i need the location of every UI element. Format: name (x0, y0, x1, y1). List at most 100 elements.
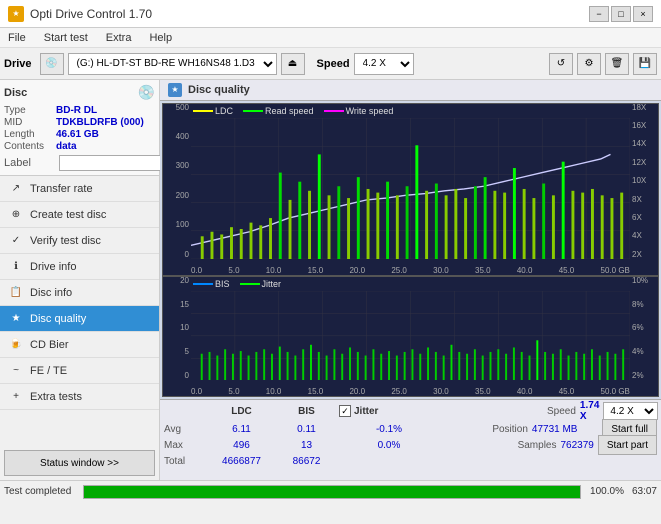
write-speed-legend-label: Write speed (346, 106, 394, 116)
nav-fe-te[interactable]: ~ FE / TE (0, 358, 159, 384)
disc-type-row: Type BD-R DL (4, 105, 155, 116)
top-chart-y-axis-right: 18X 16X 14X 12X 10X 8X 6X 4X 2X (630, 104, 658, 259)
write-speed-legend-color (324, 110, 344, 112)
save-button[interactable]: 💾 (633, 53, 657, 75)
total-bis: 86672 (274, 456, 339, 467)
nav-fe-te-label: FE / TE (30, 365, 67, 377)
disc-info-icon: 📋 (8, 285, 24, 301)
jitter-legend: Jitter (240, 279, 282, 289)
disc-label-label: Label (4, 157, 56, 169)
nav-drive-info[interactable]: ℹ Drive info (0, 254, 159, 280)
menu-help[interactable]: Help (145, 31, 176, 45)
disc-header: Disc 💿 (4, 84, 155, 101)
nav-disc-quality[interactable]: ★ Disc quality (0, 306, 159, 332)
sidebar: Disc 💿 Type BD-R DL MID TDKBLDRFB (000) … (0, 80, 160, 480)
verify-test-icon: ✓ (8, 233, 24, 249)
total-label: Total (164, 456, 209, 467)
max-label: Max (164, 440, 209, 451)
app-title: Opti Drive Control 1.70 (30, 7, 152, 21)
disc-type-label: Type (4, 105, 56, 116)
nav-drive-info-label: Drive info (30, 261, 76, 273)
nav-create-test-disc[interactable]: ⊕ Create test disc (0, 202, 159, 228)
write-speed-legend: Write speed (324, 106, 394, 116)
bottom-chart-svg (191, 291, 630, 381)
progress-bar (83, 485, 581, 499)
sidebar-nav: ↗ Transfer rate ⊕ Create test disc ✓ Ver… (0, 176, 159, 446)
create-test-icon: ⊕ (8, 207, 24, 223)
progress-bar-fill (84, 486, 580, 498)
disc-quality-header: ★ Disc quality (160, 80, 661, 101)
main-area: Disc 💿 Type BD-R DL MID TDKBLDRFB (000) … (0, 80, 661, 480)
drive-select[interactable]: (G:) HL-DT-ST BD-RE WH16NS48 1.D3 (68, 53, 277, 75)
speed-value: 1.74 X (580, 400, 599, 422)
refresh-button[interactable]: ↺ (549, 53, 573, 75)
position-value: 47731 MB (532, 424, 578, 435)
nav-disc-quality-label: Disc quality (30, 313, 86, 325)
menu-extra[interactable]: Extra (102, 31, 136, 45)
avg-bis: 0.11 (274, 424, 339, 435)
nav-transfer-rate[interactable]: ↗ Transfer rate (0, 176, 159, 202)
position-label: Position (492, 424, 528, 435)
drive-icon-button[interactable]: 💿 (40, 53, 64, 75)
disc-label-row: Label ✎ (4, 155, 155, 171)
nav-verify-test-disc[interactable]: ✓ Verify test disc (0, 228, 159, 254)
menu-file[interactable]: File (4, 31, 30, 45)
ldc-legend-label: LDC (215, 106, 233, 116)
jitter-checkbox[interactable]: ✓ (339, 405, 351, 417)
jitter-legend-color (240, 283, 260, 285)
avg-ldc: 6.11 (209, 424, 274, 435)
status-window-label: Status window >> (40, 458, 119, 469)
disc-contents-label: Contents (4, 141, 56, 152)
titlebar: ★ Opti Drive Control 1.70 − □ × (0, 0, 661, 28)
nav-cd-bier[interactable]: 🍺 CD Bier (0, 332, 159, 358)
nav-disc-info[interactable]: 📋 Disc info (0, 280, 159, 306)
speed-label: Speed (317, 58, 350, 70)
disc-quality-title: Disc quality (188, 84, 250, 96)
disc-quality-header-icon: ★ (168, 83, 182, 97)
menu-start-test[interactable]: Start test (40, 31, 92, 45)
samples-value: 762379 (560, 440, 593, 451)
app-icon: ★ (8, 6, 24, 22)
max-row: Max 496 13 0.0% Samples 762379 Start par… (164, 437, 657, 453)
top-chart: LDC Read speed Write speed 500 400 300 2… (162, 103, 659, 276)
speed-select[interactable]: 4.2 X (354, 53, 414, 75)
max-ldc: 496 (209, 440, 274, 451)
nav-extra-tests[interactable]: + Extra tests (0, 384, 159, 410)
nav-disc-info-label: Disc info (30, 287, 72, 299)
max-bis: 13 (274, 440, 339, 451)
settings-button[interactable]: ⚙ (577, 53, 601, 75)
drive-toolbar: Drive 💿 (G:) HL-DT-ST BD-RE WH16NS48 1.D… (0, 48, 661, 80)
eject-button[interactable]: ⏏ (281, 53, 305, 75)
disc-contents-value: data (56, 141, 77, 152)
drive-label: Drive (4, 58, 32, 70)
nav-verify-label: Verify test disc (30, 235, 101, 247)
disc-icon: 💿 (138, 84, 155, 101)
bottom-chart-y-axis-left: 20 15 10 5 0 (163, 277, 191, 381)
ldc-legend: LDC (193, 106, 233, 116)
status-window-button[interactable]: Status window >> (4, 450, 155, 476)
bis-legend-label: BIS (215, 279, 230, 289)
content-area: ★ Disc quality LDC Read speed Write spee… (160, 80, 661, 480)
elapsed-time: 63:07 (632, 486, 657, 497)
top-chart-legend: LDC Read speed Write speed (193, 106, 393, 116)
close-button[interactable]: × (633, 6, 653, 22)
speed-select-stats[interactable]: 4.2 X (603, 402, 658, 420)
stats-header-row: LDC BIS ✓ Jitter Speed 1.74 X 4.2 X (164, 402, 657, 420)
disc-length-row: Length 46.61 GB (4, 129, 155, 140)
erase-button[interactable]: 🗑 (605, 53, 629, 75)
start-part-button[interactable]: Start part (598, 435, 657, 455)
window-controls[interactable]: − □ × (589, 6, 653, 22)
nav-create-label: Create test disc (30, 209, 106, 221)
maximize-button[interactable]: □ (611, 6, 631, 22)
disc-mid-label: MID (4, 117, 56, 128)
bis-legend-color (193, 283, 213, 285)
disc-mid-row: MID TDKBLDRFB (000) (4, 117, 155, 128)
transfer-rate-icon: ↗ (8, 181, 24, 197)
ldc-legend-color (193, 110, 213, 112)
minimize-button[interactable]: − (589, 6, 609, 22)
total-row: Total 4666877 86672 (164, 453, 657, 469)
jitter-header: Jitter (354, 406, 378, 417)
disc-quality-icon: ★ (8, 311, 24, 327)
disc-title: Disc (4, 87, 27, 99)
speed-label: Speed (547, 406, 576, 417)
